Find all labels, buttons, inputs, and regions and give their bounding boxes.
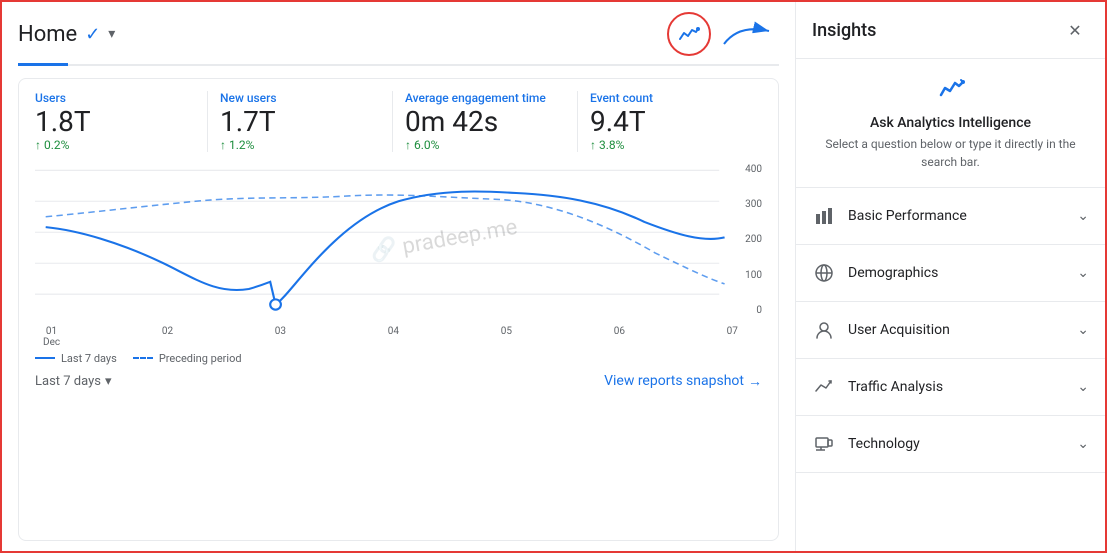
x-label-05: 05 xyxy=(501,326,512,348)
home-dropdown-icon[interactable]: ▾ xyxy=(108,26,115,42)
stat-events: Event count 9.4T ↑ 3.8% xyxy=(578,91,762,152)
ask-analytics-title: Ask Analytics Intelligence xyxy=(812,115,1089,131)
stat-new-users: New users 1.7T ↑ 1.2% xyxy=(208,91,393,152)
user-acquisition-label: User Acquisition xyxy=(848,322,950,338)
legend-last7: Last 7 days xyxy=(35,352,117,365)
legend-preceding: Preceding period xyxy=(133,352,242,365)
technology-label: Technology xyxy=(848,436,920,452)
insights-sidebar: Insights ✕ Ask Analytics Intelligence Se… xyxy=(795,2,1105,551)
ask-analytics-section: Ask Analytics Intelligence Select a ques… xyxy=(796,59,1105,188)
technology-icon xyxy=(812,432,836,456)
tab-active-indicator xyxy=(18,63,68,66)
user-acquisition-chevron: ⌄ xyxy=(1077,322,1089,338)
arrow-annotation-svg xyxy=(719,19,779,49)
traffic-analysis-chevron: ⌄ xyxy=(1077,379,1089,395)
technology-chevron: ⌄ xyxy=(1077,436,1089,452)
insights-sidebar-title: Insights xyxy=(812,20,876,41)
insight-item-user-acquisition[interactable]: User Acquisition ⌄ xyxy=(796,302,1105,359)
insights-sidebar-header: Insights ✕ xyxy=(796,2,1105,59)
insight-item-basic-performance[interactable]: Basic Performance ⌄ xyxy=(796,188,1105,245)
stat-engagement-value: 0m 42s xyxy=(405,107,565,138)
stat-events-label: Event count xyxy=(590,91,750,105)
basic-performance-label: Basic Performance xyxy=(848,208,967,224)
stat-engagement: Average engagement time 0m 42s ↑ 6.0% xyxy=(393,91,578,152)
insight-item-demographics[interactable]: Demographics ⌄ xyxy=(796,245,1105,302)
close-icon: ✕ xyxy=(1068,21,1081,40)
demographics-icon xyxy=(812,261,836,285)
demographics-chevron: ⌄ xyxy=(1077,265,1089,281)
traffic-analysis-label: Traffic Analysis xyxy=(848,379,943,395)
stat-engagement-label: Average engagement time xyxy=(405,91,565,105)
x-label-01: 01 Dec xyxy=(43,326,60,348)
insights-trigger-area xyxy=(667,12,779,56)
x-label-03: 03 xyxy=(275,326,286,348)
insight-item-technology[interactable]: Technology ⌄ xyxy=(796,416,1105,473)
stat-users-label: Users xyxy=(35,91,195,105)
insights-sparkline-icon xyxy=(678,23,700,45)
legend-solid-line xyxy=(35,357,55,359)
y-300: 300 xyxy=(745,199,762,210)
home-header: Home ✓ ▾ xyxy=(18,12,779,56)
x-axis-labels: 01 Dec 02 03 04 05 06 07 xyxy=(35,324,762,348)
insights-trigger-button[interactable] xyxy=(667,12,711,56)
y-400: 400 xyxy=(745,164,762,175)
basic-performance-chevron: ⌄ xyxy=(1077,208,1089,224)
demographics-label: Demographics xyxy=(848,265,938,281)
y-100: 100 xyxy=(745,270,762,281)
ask-analytics-subtitle: Select a question below or type it direc… xyxy=(812,135,1089,171)
y-axis: 400 300 200 100 0 xyxy=(745,160,762,320)
stat-new-users-change: ↑ 1.2% xyxy=(220,138,380,152)
date-range-dropdown[interactable]: Last 7 days ▾ xyxy=(35,374,112,389)
main-content: Home ✓ ▾ xyxy=(2,2,795,551)
legend-dashed-label: Preceding period xyxy=(159,352,242,365)
x-label-02: 02 xyxy=(162,326,173,348)
stat-events-value: 9.4T xyxy=(590,107,750,138)
view-reports-label: View reports snapshot xyxy=(604,373,744,389)
card-footer: Last 7 days ▾ View reports snapshot → xyxy=(35,373,762,390)
chart-legend: Last 7 days Preceding period xyxy=(35,352,762,365)
legend-dashed-line xyxy=(133,357,153,359)
stat-users-change: ↑ 0.2% xyxy=(35,138,195,152)
traffic-analysis-icon xyxy=(812,375,836,399)
analytics-intelligence-icon xyxy=(812,75,1089,109)
stat-new-users-value: 1.7T xyxy=(220,107,380,138)
y-0: 0 xyxy=(745,305,762,316)
stat-engagement-change: ↑ 6.0% xyxy=(405,138,565,152)
insights-close-button[interactable]: ✕ xyxy=(1061,16,1089,44)
view-reports-arrow: → xyxy=(748,373,762,390)
home-label: Home xyxy=(18,22,77,47)
stat-users: Users 1.8T ↑ 0.2% xyxy=(35,91,208,152)
x-label-04: 04 xyxy=(388,326,399,348)
stat-events-change: ↑ 3.8% xyxy=(590,138,750,152)
basic-performance-icon xyxy=(812,204,836,228)
stats-card: Users 1.8T ↑ 0.2% New users 1.7T ↑ 1.2% … xyxy=(18,78,779,541)
view-reports-link[interactable]: View reports snapshot → xyxy=(604,373,762,390)
chart-container: 400 300 200 100 0 🔗 pradeep.m xyxy=(35,160,762,320)
date-range-label: Last 7 days xyxy=(35,374,101,389)
legend-solid-label: Last 7 days xyxy=(61,352,117,365)
home-title-group: Home ✓ ▾ xyxy=(18,22,115,47)
stat-users-value: 1.8T xyxy=(35,107,195,138)
y-200: 200 xyxy=(745,234,762,245)
insight-item-traffic-analysis[interactable]: Traffic Analysis ⌄ xyxy=(796,359,1105,416)
check-icon: ✓ xyxy=(85,24,100,45)
user-acquisition-icon xyxy=(812,318,836,342)
chart-svg xyxy=(35,160,762,320)
date-dropdown-chevron: ▾ xyxy=(105,374,112,389)
stat-new-users-label: New users xyxy=(220,91,380,105)
x-label-07: 07 xyxy=(727,326,738,348)
stats-row: Users 1.8T ↑ 0.2% New users 1.7T ↑ 1.2% … xyxy=(35,91,762,152)
tab-bar xyxy=(18,64,779,66)
x-label-06: 06 xyxy=(614,326,625,348)
